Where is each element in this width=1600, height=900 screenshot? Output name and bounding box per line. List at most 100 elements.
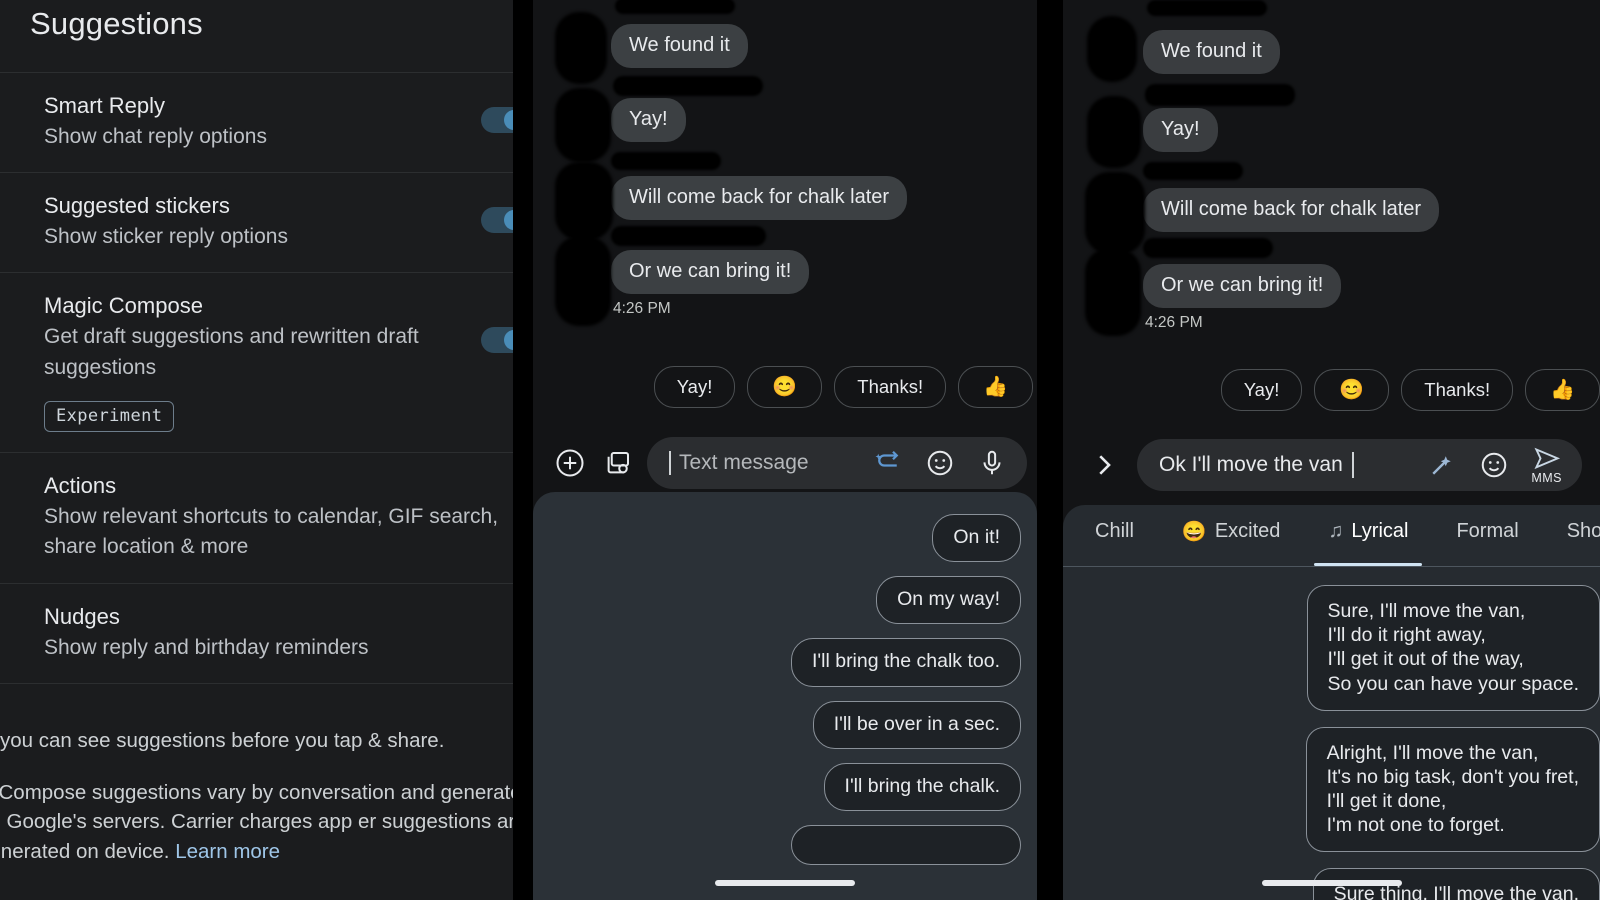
message-row[interactable]: Will come back for chalk later — [533, 152, 1037, 240]
gesture-nav-bar — [715, 880, 855, 886]
setting-row-nudges[interactable]: Nudges Show reply and birthday reminders — [0, 584, 513, 685]
redacted-sender-name — [613, 76, 763, 96]
settings-list: Smart Reply Show chat reply options Sugg… — [0, 72, 513, 685]
message-row[interactable]: Will come back for chalk later — [1063, 162, 1600, 254]
suggestion-item[interactable]: Sure, I'll move the van, I'll do it righ… — [1306, 585, 1600, 711]
setting-subtitle: Show chat reply options — [44, 124, 267, 148]
toggle-knob — [504, 110, 513, 130]
text-message-input[interactable]: Ok I'll move the van MMS — [1137, 439, 1582, 491]
setting-title: Suggested stickers — [44, 193, 230, 219]
message-timestamp: 4:26 PM — [1145, 314, 1203, 331]
input-right-icons: MMS — [1427, 446, 1562, 485]
setting-row-magic-compose[interactable]: Magic Compose Get draft suggestions and … — [0, 273, 513, 454]
message-timestamp: 4:26 PM — [613, 300, 671, 317]
suggested-stickers-toggle[interactable] — [481, 207, 513, 234]
emoji-icon[interactable] — [925, 448, 955, 478]
suggestion-item[interactable]: On it! — [932, 514, 1021, 563]
message-input-bar-right: Ok I'll move the van MMS — [1063, 436, 1600, 494]
emoji-icon[interactable] — [1479, 450, 1509, 480]
setting-subtitle: Show relevant shortcuts to calendar, GIF… — [44, 504, 499, 559]
message-row[interactable]: Yay! — [533, 76, 1037, 162]
quick-reply-chips-middle: Yay! 😊 Thanks! 👍 — [533, 366, 1037, 408]
setting-row-smart-reply[interactable]: Smart Reply Show chat reply options — [0, 72, 513, 174]
suggestion-item[interactable]: I'll be over in a sec. — [812, 700, 1021, 749]
setting-row-actions[interactable]: Actions Show relevant shortcuts to calen… — [0, 453, 513, 584]
send-mms-icon[interactable]: MMS — [1531, 446, 1562, 485]
gallery-icon[interactable] — [603, 448, 633, 478]
message-bubble[interactable]: Or we can bring it! — [1143, 264, 1342, 308]
learn-more-link[interactable]: Learn more — [175, 840, 280, 863]
setting-subtitle: Show reply and birthday reminders — [44, 635, 369, 659]
smart-reply-toggle[interactable] — [481, 107, 513, 133]
tab-label: Lyrical — [1351, 520, 1409, 542]
quick-reply-chip-thanks[interactable]: Thanks! — [1401, 369, 1514, 411]
magic-compose-icon[interactable] — [873, 448, 903, 478]
tab-chill[interactable]: Chill — [1071, 520, 1158, 553]
message-bubble[interactable]: Will come back for chalk later — [1143, 188, 1440, 232]
message-row[interactable]: We found it — [1063, 0, 1600, 82]
redacted-sender-name — [611, 152, 721, 170]
tab-formal[interactable]: Formal — [1432, 520, 1542, 553]
message-bubble[interactable]: Yay! — [611, 98, 686, 142]
text-message-input[interactable]: Text message — [647, 437, 1027, 489]
bezel-gap-left — [513, 0, 533, 900]
setting-title: Nudges — [44, 603, 120, 629]
setting-subtitle: Get draft suggestions and rewritten draf… — [44, 325, 419, 379]
messages-app-screen-middle: We found it Yay! Will come back for chal… — [533, 0, 1037, 900]
tab-lyrical[interactable]: ♫ Lyrical — [1304, 520, 1432, 566]
suggestion-item[interactable]: I'll bring the chalk too. — [791, 638, 1021, 687]
avatar — [555, 236, 611, 326]
quick-reply-chip-thumbsup-emoji[interactable]: 👍 — [958, 366, 1033, 408]
message-bubble[interactable]: We found it — [1143, 30, 1280, 74]
quick-reply-chip-thumbsup-emoji[interactable]: 👍 — [1525, 369, 1600, 411]
footnote-line-2: ic Compose suggestions vary by conversat… — [0, 780, 435, 804]
message-row[interactable]: We found it — [533, 0, 1037, 84]
message-row[interactable]: Or we can bring it! — [533, 226, 1037, 326]
tab-label: Excited — [1214, 520, 1281, 542]
conversation-thread-right: We found it Yay! Will come back for chal… — [1063, 0, 1600, 336]
experiment-badge: Experiment — [44, 401, 175, 433]
message-row[interactable]: Yay! — [1063, 84, 1600, 168]
quick-reply-chip-thanks[interactable]: Thanks! — [834, 366, 947, 408]
quick-reply-chip-yay[interactable]: Yay! — [653, 366, 736, 408]
music-notes-icon: ♫ — [1328, 520, 1344, 542]
avatar — [555, 162, 613, 240]
quick-reply-chip-smile-emoji[interactable]: 😊 — [1314, 369, 1390, 411]
plus-icon[interactable] — [555, 448, 585, 478]
setting-row-suggested-stickers[interactable]: Suggested stickers Show sticker reply op… — [0, 173, 513, 274]
setting-title: Magic Compose — [44, 293, 203, 319]
chevron-right-icon[interactable] — [1089, 450, 1119, 480]
message-bubble[interactable]: Yay! — [1143, 108, 1218, 152]
redacted-sender-name — [1143, 238, 1273, 258]
message-bubble[interactable]: Or we can bring it! — [611, 250, 810, 294]
tab-short[interactable]: Shor — [1543, 520, 1600, 553]
suggestion-item[interactable]: Alright, I'll move the van, It's no big … — [1305, 726, 1600, 853]
magic-wand-icon[interactable] — [1427, 450, 1457, 480]
input-left-actions — [533, 448, 633, 478]
redacted-sender-name — [615, 0, 735, 14]
microphone-icon[interactable] — [977, 448, 1007, 478]
suggestion-item[interactable]: I'll bring the chalk. — [823, 762, 1021, 811]
smiley-icon: 😄 — [1181, 521, 1207, 543]
message-bubble[interactable]: Will come back for chalk later — [611, 176, 908, 220]
suggestion-list-right: Sure, I'll move the van, I'll do it righ… — [1063, 567, 1600, 900]
redacted-sender-name — [1145, 84, 1295, 106]
suggestion-item-partial[interactable] — [791, 824, 1021, 865]
avatar — [1085, 248, 1141, 336]
setting-subtitle: Show sticker reply options — [44, 225, 288, 249]
suggestion-item[interactable]: On my way! — [876, 576, 1021, 625]
message-bubble[interactable]: We found it — [611, 24, 748, 68]
message-row[interactable]: Or we can bring it! — [1063, 238, 1600, 336]
magic-compose-toggle[interactable] — [481, 327, 513, 354]
avatar — [555, 88, 611, 162]
screenshot-root: Suggestions Smart Reply Show chat reply … — [0, 0, 1600, 900]
quick-reply-chip-yay[interactable]: Yay! — [1220, 369, 1303, 411]
magic-compose-suggestion-sheet-right: Chill 😄 Excited ♫ Lyrical Formal Shor — [1063, 505, 1600, 900]
tab-excited[interactable]: 😄 Excited — [1158, 519, 1305, 554]
message-input-bar-middle: Text message — [533, 434, 1037, 492]
bezel-gap-right — [1037, 0, 1063, 900]
setting-title: Smart Reply — [44, 93, 166, 118]
conversation-thread-middle: We found it Yay! Will come back for chal… — [533, 0, 1037, 326]
text-caret — [1351, 452, 1354, 478]
quick-reply-chip-smile-emoji[interactable]: 😊 — [747, 366, 823, 408]
